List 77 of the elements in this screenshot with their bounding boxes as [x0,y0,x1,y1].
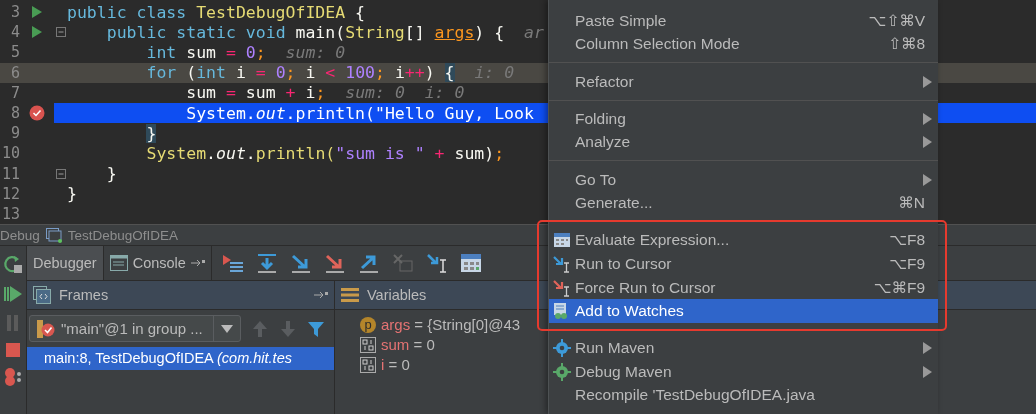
run-to-cursor-icon [553,254,571,273]
code-line: public class TestDebugOfIDEA { [67,2,366,22]
step-out-icon[interactable] [357,253,380,273]
menu-item[interactable]: Column Selection Mode ⇧⌘8 [549,32,938,57]
menu-item[interactable]: Analyze [549,130,938,155]
step-into-icon[interactable] [289,253,312,273]
menu-item[interactable]: Add to Watches [549,299,938,323]
menu-item[interactable]: Generate... ⌘N [549,191,938,215]
variable-entry[interactable]: sum = 0 [381,336,435,353]
run-icon[interactable] [31,25,43,40]
gear-icon [553,339,571,358]
menu-item[interactable]: Force Run to Cursor ⌥⌘F9 [549,275,938,300]
code-line: sum = sum + i; sum: 0 i: 0 [185,83,465,103]
pin-icon[interactable] [314,290,328,300]
menu-item[interactable]: Evaluate Expression... ⌥F8 [549,228,938,253]
pane-title: Frames [59,287,109,303]
thread-dropdown[interactable]: "main"@1 in group ... [29,315,241,342]
primitive-icon [360,336,376,353]
code-line: } [105,164,117,184]
menu-item[interactable]: Run to Cursor ⌥F9 [549,252,938,276]
menu-item[interactable]: Run Maven [549,336,938,361]
run-config-name: TestDebugOfIDEA [67,227,179,243]
panel-title: Debug [0,227,40,243]
line-number: 4 [9,23,20,42]
resume-icon[interactable] [3,284,23,304]
menu-item[interactable]: Folding [549,106,938,131]
primitive-icon [360,356,376,373]
line-number: 8 [9,104,20,123]
show-execution-point-icon[interactable] [221,253,244,273]
dropdown-arrow-icon [221,324,233,333]
breakpoints-icon[interactable] [3,368,23,386]
gear-icon [553,362,571,381]
code-line: public static void main(String[] args) { ar [105,22,544,42]
parameter-badge: p [360,316,376,333]
code-line: System.out.println("Hello Guy, Look [185,103,534,123]
fold-icon[interactable] [55,27,66,38]
line-number: 5 [9,43,20,62]
menu-item[interactable]: Recompile 'TestDebugOfIDEA.java [549,383,938,408]
force-run-to-cursor-icon [553,278,571,297]
pane-title: Variables [367,287,427,303]
evaluate-icon[interactable] [459,253,482,273]
line-number: 7 [9,83,20,102]
variable-entry[interactable]: i = 0 [381,356,410,373]
force-step-into-icon[interactable] [323,253,346,273]
line-number: 3 [9,3,20,22]
line-number: 11 [0,164,20,183]
filter-icon[interactable] [307,319,325,338]
console-icon [109,255,128,271]
code-line: System.out.println("sum is " + sum); [145,143,505,163]
line-number: 10 [0,144,20,163]
calculator-icon [553,231,571,250]
menu-item[interactable]: Refactor [549,69,938,94]
variable-entry[interactable]: args = {String[0]@43 [381,316,521,333]
pin-icon [190,258,205,268]
rerun-icon[interactable] [3,254,23,274]
menu-item[interactable]: Debug Maven [549,360,938,384]
thread-icon [35,318,55,339]
line-number: 6 [9,63,20,82]
stop-icon[interactable] [5,342,21,358]
breakpoint-icon[interactable] [29,105,45,122]
line-number: 13 [0,204,20,223]
line-number: 12 [0,184,20,203]
tab[interactable]: Console [103,246,212,280]
frame-row[interactable]: main:8, TestDebugOfIDEA (com.hit.tes [27,347,334,370]
step-over-icon[interactable] [255,253,278,273]
run-to-cursor-icon[interactable] [425,253,448,273]
fold-icon[interactable] [55,168,66,179]
line-number: 9 [9,124,20,143]
window-icon [45,227,62,243]
menu-item[interactable]: Go To [549,167,938,192]
variables-icon [341,287,359,303]
frames-icon [33,286,51,304]
menu-item[interactable]: Paste Simple ⌥⇧⌘V [549,9,938,33]
code-line: int sum = 0; sum: 0 [145,42,346,62]
code-line: } [67,184,77,204]
tab[interactable]: Debugger [27,246,104,280]
run-icon[interactable] [31,5,43,20]
